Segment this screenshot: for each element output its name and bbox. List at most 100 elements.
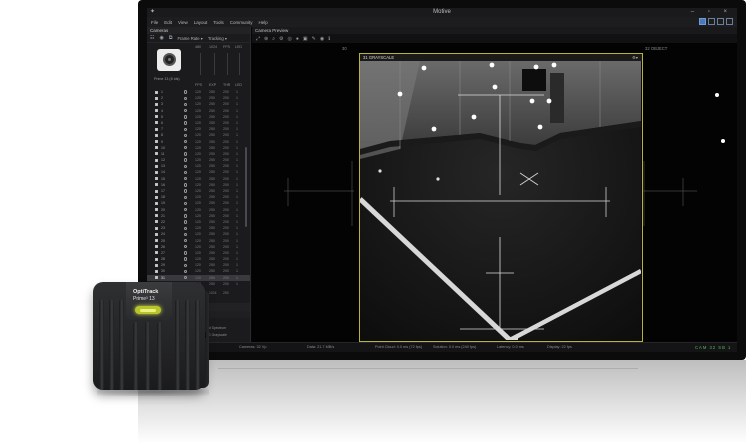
menu-item-layout[interactable]: Layout: [194, 20, 208, 25]
mode-radio[interactable]: [184, 263, 188, 268]
eye-icon[interactable]: ◉: [320, 36, 324, 42]
enable-checkbox[interactable]: [155, 146, 158, 150]
mode-radio[interactable]: [184, 170, 188, 175]
window-controls[interactable]: – ▫ ×: [691, 9, 733, 16]
frame-rate-dropdown[interactable]: Frame Rate ▾: [177, 36, 202, 41]
menu-item-help[interactable]: Help: [259, 20, 268, 25]
slider-track[interactable]: [200, 53, 201, 75]
mode-radio[interactable]: [184, 269, 188, 274]
enable-checkbox[interactable]: [155, 109, 158, 113]
target-icon[interactable]: ◎: [288, 36, 292, 42]
mode-radio[interactable]: [184, 115, 188, 119]
enable-checkbox[interactable]: [155, 276, 158, 280]
mode-radio[interactable]: [184, 226, 188, 230]
enable-checkbox[interactable]: [155, 189, 158, 193]
enable-checkbox[interactable]: [155, 201, 158, 205]
enable-checkbox[interactable]: [155, 152, 158, 156]
layout-button-1[interactable]: [699, 18, 706, 25]
enable-checkbox[interactable]: [155, 158, 158, 162]
camera-pane-30[interactable]: [254, 51, 356, 342]
enable-checkbox[interactable]: [155, 170, 158, 174]
mode-radio[interactable]: [184, 245, 188, 249]
menu-item-edit[interactable]: Edit: [164, 20, 172, 25]
enable-checkbox[interactable]: [155, 208, 158, 212]
mode-radio[interactable]: [184, 238, 188, 243]
mode-radio[interactable]: [184, 102, 188, 107]
menu-item-view[interactable]: View: [178, 20, 188, 25]
mode-radio[interactable]: [184, 257, 188, 261]
tracking-dropdown[interactable]: Tracking ▾: [208, 36, 227, 41]
enable-checkbox[interactable]: [155, 177, 158, 181]
enable-checkbox[interactable]: [155, 96, 158, 100]
enable-checkbox[interactable]: [155, 127, 158, 131]
slider-track[interactable]: [239, 53, 240, 75]
camera-thumbnail[interactable]: [157, 49, 181, 71]
slider-track[interactable]: [214, 53, 215, 75]
mode-radio[interactable]: [184, 139, 188, 144]
enable-checkbox[interactable]: [155, 183, 158, 187]
info-icon[interactable]: ℹ: [328, 36, 330, 42]
mode-radio[interactable]: [184, 152, 188, 156]
mode-radio[interactable]: [184, 232, 188, 237]
layout-button-2[interactable]: [708, 18, 715, 25]
mode-radio[interactable]: [184, 164, 188, 169]
mode-radio[interactable]: [184, 276, 188, 280]
enable-checkbox[interactable]: [155, 214, 158, 218]
layout-button-4[interactable]: [726, 18, 733, 25]
enable-checkbox[interactable]: [155, 251, 158, 255]
layers-icon[interactable]: ⧉: [169, 35, 173, 41]
mode-radio[interactable]: [184, 214, 188, 218]
mode-radio[interactable]: [184, 146, 188, 150]
enable-checkbox[interactable]: [155, 263, 158, 267]
mode-radio[interactable]: [184, 183, 188, 187]
enable-checkbox[interactable]: [155, 121, 158, 125]
mode-radio[interactable]: [184, 251, 188, 255]
pane-settings-icon[interactable]: ⚙▾: [632, 54, 638, 61]
mode-radio[interactable]: [184, 207, 188, 212]
enable-checkbox[interactable]: [155, 232, 158, 236]
menu-item-file[interactable]: File: [151, 20, 158, 25]
camera-list-scrollbar[interactable]: [245, 147, 247, 227]
status-data-rate: Data: 21.7 MB/s: [307, 345, 335, 349]
mode-radio[interactable]: [184, 195, 188, 199]
enable-checkbox[interactable]: [155, 195, 158, 199]
zoom-icon[interactable]: ⊕: [264, 36, 268, 42]
mode-radio[interactable]: [184, 96, 188, 100]
grid-view-icon[interactable]: ☷: [150, 35, 154, 41]
mode-radio[interactable]: [184, 189, 188, 193]
enable-checkbox[interactable]: [155, 257, 158, 261]
enable-checkbox[interactable]: [155, 269, 158, 273]
enable-checkbox[interactable]: [155, 102, 158, 106]
fit-icon[interactable]: ⤢: [256, 36, 260, 42]
camera-pane-31-grayscale[interactable]: 31 GRAYSCALE ⚙▾: [359, 53, 643, 342]
mode-radio[interactable]: [184, 133, 188, 138]
record-icon[interactable]: ●: [296, 36, 299, 42]
enable-checkbox[interactable]: [155, 90, 158, 94]
enable-checkbox[interactable]: [155, 226, 158, 230]
camera-pane-32[interactable]: [643, 51, 737, 342]
enable-checkbox[interactable]: [155, 133, 158, 137]
mode-radio[interactable]: [184, 177, 188, 181]
mode-radio[interactable]: [184, 158, 188, 162]
enable-checkbox[interactable]: [155, 115, 158, 119]
enable-checkbox[interactable]: [155, 164, 158, 168]
pencil-icon[interactable]: ✎: [312, 36, 316, 42]
mode-radio[interactable]: [184, 220, 188, 224]
enable-checkbox[interactable]: [155, 245, 158, 249]
enable-checkbox[interactable]: [155, 220, 158, 224]
slider-track[interactable]: [227, 53, 228, 75]
settings-icon[interactable]: ⚙: [279, 36, 283, 42]
layout-button-3[interactable]: [717, 18, 724, 25]
menu-item-community[interactable]: Community: [230, 20, 253, 25]
search-icon[interactable]: ⌕: [272, 36, 275, 42]
mode-radio[interactable]: [184, 201, 188, 206]
enable-checkbox[interactable]: [155, 239, 158, 242]
enable-checkbox[interactable]: [155, 140, 158, 143]
menu-item-tools[interactable]: Tools: [213, 20, 224, 25]
mode-radio[interactable]: [184, 90, 188, 94]
mode-radio[interactable]: [184, 121, 188, 125]
frame-icon[interactable]: ▣: [303, 36, 308, 42]
camera-icon[interactable]: ◉: [159, 35, 163, 41]
mode-radio[interactable]: [184, 108, 188, 113]
mode-radio[interactable]: [184, 127, 188, 131]
